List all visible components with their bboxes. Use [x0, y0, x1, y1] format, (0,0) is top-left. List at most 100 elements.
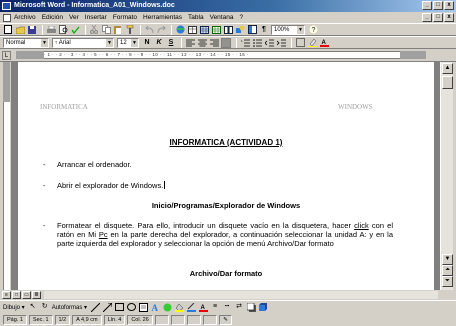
next-page-icon[interactable]: ⏷ [442, 276, 453, 287]
wordart-icon[interactable]: A [150, 302, 160, 312]
increase-indent-icon[interactable] [276, 38, 286, 48]
close-button[interactable]: x [444, 1, 454, 10]
redo-icon[interactable] [156, 25, 166, 35]
font-size-select[interactable]: 12 ▼ [117, 37, 139, 48]
show-hide-icon[interactable]: ¶ [259, 25, 269, 35]
paste-icon[interactable] [113, 25, 123, 35]
status-trk[interactable] [170, 315, 186, 325]
3d-icon[interactable] [258, 302, 268, 312]
dash-style-icon[interactable]: ┅ [222, 302, 232, 312]
oval-icon[interactable] [126, 302, 136, 312]
doc-minimize-button[interactable]: _ [422, 13, 432, 22]
bullet-marker: - [43, 221, 46, 230]
undo-icon[interactable] [144, 25, 154, 35]
spelling-icon[interactable] [70, 25, 80, 35]
print-preview-icon[interactable] [58, 25, 68, 35]
vertical-scrollbar[interactable]: ▲ ▼ ⏶ ⏷ [440, 62, 453, 290]
hyperlink-icon[interactable] [175, 25, 185, 35]
menu-edicion[interactable]: Edición [42, 14, 63, 21]
underline-button[interactable]: S [166, 38, 176, 48]
highlight-icon[interactable] [307, 38, 317, 48]
numbering-icon[interactable]: 1 [240, 38, 250, 48]
print-icon[interactable] [46, 25, 56, 35]
select-objects-icon[interactable]: ↖ [28, 302, 38, 312]
cut-icon[interactable] [89, 25, 99, 35]
draw-menu-button[interactable]: Dibujo ▾ [3, 304, 25, 311]
line-style-icon[interactable]: ≡ [210, 302, 220, 312]
rectangle-icon[interactable] [114, 302, 124, 312]
web-layout-icon[interactable]: □ [12, 291, 21, 299]
open-folder-icon[interactable] [15, 25, 25, 35]
new-document-icon[interactable] [3, 25, 13, 35]
document-map-icon[interactable] [247, 25, 257, 35]
spelling-status-icon[interactable]: ✎ [219, 315, 232, 325]
horizontal-ruler[interactable]: L · 1 · · 2 · · 3 · · 4 · · 5 · · 6 · · … [0, 49, 456, 62]
tab-selector-icon[interactable]: L [2, 51, 11, 60]
bullet-marker: - [43, 160, 46, 169]
zoom-select[interactable]: 100% ▼ [271, 24, 305, 35]
clipart-icon[interactable] [162, 302, 172, 312]
menu-insertar[interactable]: Insertar [85, 14, 107, 21]
align-center-icon[interactable] [197, 38, 207, 48]
previous-page-icon[interactable]: ⏶ [442, 265, 453, 276]
tables-borders-icon[interactable] [187, 25, 197, 35]
menu-ver[interactable]: Ver [69, 14, 79, 21]
menu-ventana[interactable]: Ventana [210, 14, 234, 21]
bullets-icon[interactable] [252, 38, 262, 48]
toolbar-separator [42, 24, 43, 35]
line-icon[interactable] [90, 302, 100, 312]
menu-archivo[interactable]: Archivo [14, 14, 36, 21]
arrow-style-icon[interactable]: ⇄ [234, 302, 244, 312]
minimize-button[interactable]: _ [422, 1, 432, 10]
line-color-icon[interactable] [186, 302, 196, 312]
scroll-up-icon[interactable]: ▲ [442, 63, 453, 74]
autoshapes-menu-button[interactable]: Autoformas ▾ [52, 304, 87, 311]
outline-view-icon[interactable]: ≣ [32, 291, 41, 299]
normal-view-icon[interactable]: ≡ [2, 291, 11, 299]
free-rotate-icon[interactable]: ↻ [40, 302, 50, 312]
menu-formato[interactable]: Formato [113, 14, 137, 21]
drawing-icon[interactable] [235, 25, 245, 35]
menu-herramientas[interactable]: Herramientas [143, 14, 182, 21]
border-icon[interactable] [295, 38, 305, 48]
copy-icon[interactable] [101, 25, 111, 35]
align-left-icon[interactable] [185, 38, 195, 48]
word-app-icon[interactable] [2, 2, 11, 10]
decrease-indent-icon[interactable] [264, 38, 274, 48]
bold-button[interactable]: N [142, 38, 152, 48]
textbox-icon[interactable] [138, 302, 148, 312]
print-layout-icon[interactable]: ▭ [22, 291, 31, 299]
document-icon[interactable] [3, 13, 11, 22]
arrow-icon[interactable] [102, 302, 112, 312]
fill-color-icon[interactable] [174, 302, 184, 312]
document-area[interactable]: INFORMATICA WINDOWS INFORMATICA (ACTIVID… [12, 62, 440, 290]
insert-excel-icon[interactable] [211, 25, 221, 35]
menu-help[interactable]: ? [239, 14, 243, 21]
font-color-icon[interactable]: A [198, 302, 208, 312]
columns-icon[interactable] [223, 25, 233, 35]
shadow-icon[interactable] [246, 302, 256, 312]
font-select[interactable]: ᴛ Arial ▼ [52, 37, 114, 48]
doc-restore-button[interactable]: □ [433, 13, 443, 22]
save-icon[interactable] [27, 25, 37, 35]
document-page[interactable]: INFORMATICA WINDOWS INFORMATICA (ACTIVID… [18, 62, 434, 290]
menu-tabla[interactable]: Tabla [188, 14, 204, 21]
status-sob[interactable] [203, 315, 218, 325]
horizontal-scrollbar[interactable] [44, 291, 438, 299]
page-header-right: WINDOWS [338, 103, 373, 111]
help-icon[interactable]: ? [308, 25, 318, 35]
scroll-down-icon[interactable]: ▼ [442, 254, 453, 265]
scroll-thumb[interactable] [442, 76, 453, 89]
maximize-button[interactable]: □ [433, 1, 443, 10]
doc-close-button[interactable]: x [444, 13, 454, 22]
justify-icon[interactable] [221, 37, 231, 48]
status-rec[interactable] [154, 315, 169, 325]
style-select[interactable]: Normal ▼ [3, 37, 49, 48]
italic-button[interactable]: K [154, 38, 164, 48]
format-painter-icon[interactable] [125, 25, 135, 35]
vertical-ruler[interactable] [0, 62, 12, 290]
insert-table-icon[interactable] [199, 25, 209, 35]
font-color-icon[interactable]: A [319, 38, 329, 48]
status-ext[interactable] [187, 315, 202, 325]
align-right-icon[interactable] [209, 38, 219, 48]
